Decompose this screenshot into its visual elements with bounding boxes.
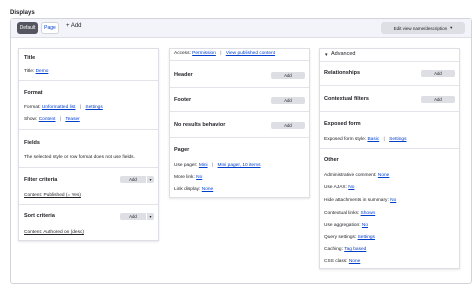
other-value-link[interactable]: Settings bbox=[358, 235, 375, 240]
divider bbox=[170, 137, 309, 138]
divider bbox=[170, 87, 309, 88]
advanced-label: Advanced bbox=[331, 51, 356, 57]
fields-section-heading: Fields bbox=[24, 140, 40, 146]
other-row: CSS class: None bbox=[324, 259, 361, 264]
pager-link-display-setting: Link display: None bbox=[174, 187, 214, 192]
title-value-link[interactable]: Demo bbox=[36, 69, 49, 74]
chevron-down-icon[interactable]: ▾ bbox=[146, 213, 154, 220]
other-value-link[interactable]: No bbox=[362, 223, 368, 228]
relationships-section-heading: Relationships bbox=[324, 70, 361, 76]
footer-add-button[interactable]: Add bbox=[271, 97, 305, 104]
chevron-down-icon: ▾ bbox=[325, 52, 328, 58]
title-setting: Title: Demo bbox=[24, 69, 49, 74]
fields-note: The selected style or row format does no… bbox=[24, 155, 135, 160]
tab-default[interactable]: Default bbox=[17, 22, 38, 34]
other-row: Hide attachments in summary: No bbox=[324, 198, 397, 203]
exposed-form-style-setting: Exposed form style: Basic | Settings bbox=[324, 137, 407, 142]
chevron-down-icon: ▾ bbox=[450, 25, 453, 30]
pager-type-link[interactable]: Mini bbox=[199, 163, 208, 168]
format-value-link[interactable]: Unformatted list bbox=[42, 105, 76, 110]
pager-more-link-setting: More link: No bbox=[174, 175, 203, 180]
other-value-link[interactable]: None bbox=[378, 173, 389, 178]
access-value-link[interactable]: Permission bbox=[192, 51, 216, 56]
exposed-form-style-link[interactable]: Basic bbox=[367, 137, 379, 142]
filter-add-button[interactable]: Add ▾ bbox=[120, 176, 154, 183]
footer-section-heading: Footer bbox=[174, 97, 192, 103]
other-row: Caching: Tag based bbox=[324, 247, 367, 252]
other-row: Administrative comment: None bbox=[324, 173, 390, 178]
header-section-heading: Header bbox=[174, 72, 193, 78]
no-results-add-button[interactable]: Add bbox=[271, 122, 305, 129]
edit-view-name-button[interactable]: Edit view name/description ▾ bbox=[381, 22, 465, 34]
pager-section-heading: Pager bbox=[174, 147, 190, 153]
show-setting: Show: Content | Teaser bbox=[24, 117, 80, 122]
edit-view-label: Edit view name/description bbox=[393, 25, 448, 31]
other-section-heading: Other bbox=[324, 157, 339, 163]
pager-options-link[interactable]: Mini pager, 10 items bbox=[218, 163, 261, 168]
other-value-link[interactable]: Tag based bbox=[344, 247, 366, 252]
relationships-add-button[interactable]: Add bbox=[421, 70, 455, 77]
sort-add-button[interactable]: Add ▾ bbox=[120, 213, 154, 220]
no-results-section-heading: No results behavior bbox=[174, 122, 226, 128]
divider bbox=[170, 60, 309, 61]
filter-section-heading: Filter criteria bbox=[24, 177, 58, 183]
sort-section-heading: Sort criteria bbox=[24, 213, 55, 219]
format-settings-link[interactable]: Settings bbox=[85, 105, 102, 110]
divider bbox=[320, 85, 459, 86]
access-setting: Access: Permission | View published cont… bbox=[174, 51, 276, 56]
pager-use-setting: Use pager: Mini | Mini pager, 10 items bbox=[174, 163, 261, 168]
other-value-link[interactable]: None bbox=[349, 259, 360, 264]
other-value-link[interactable]: Shown bbox=[361, 211, 376, 216]
divider bbox=[19, 129, 158, 130]
tab-page[interactable]: Page bbox=[41, 22, 59, 34]
other-row: Use aggregation: No bbox=[324, 223, 369, 228]
divider bbox=[320, 61, 459, 62]
contextual-filters-add-button[interactable]: Add bbox=[421, 96, 455, 103]
exposed-form-settings-link[interactable]: Settings bbox=[389, 137, 406, 142]
filter-item-link[interactable]: Content: Published (= Yes) bbox=[24, 193, 81, 198]
format-section-heading: Format bbox=[24, 90, 43, 96]
contextual-filters-section-heading: Contextual filters bbox=[324, 96, 369, 102]
displays-heading: Displays bbox=[10, 10, 35, 16]
more-link-value[interactable]: No bbox=[196, 175, 202, 180]
link-display-value[interactable]: None bbox=[202, 187, 213, 192]
access-permission-link[interactable]: View published content bbox=[226, 51, 275, 56]
divider bbox=[19, 167, 158, 168]
sort-item-link[interactable]: Content: Authored on (desc) bbox=[24, 230, 84, 235]
divider bbox=[320, 148, 459, 149]
other-row: Query settings: Settings bbox=[324, 235, 375, 240]
other-row: Contextual links: Shown bbox=[324, 211, 376, 216]
title-section-heading: Title bbox=[24, 55, 36, 61]
add-display-button[interactable]: + Add bbox=[66, 23, 82, 29]
show-value-link[interactable]: Content bbox=[39, 117, 56, 122]
exposed-form-section-heading: Exposed form bbox=[324, 121, 361, 127]
divider bbox=[320, 111, 459, 112]
header-add-button[interactable]: Add bbox=[271, 72, 305, 79]
divider bbox=[19, 80, 158, 81]
other-value-link[interactable]: No bbox=[348, 185, 354, 190]
format-setting: Format: Unformatted list | Settings bbox=[24, 105, 103, 110]
divider bbox=[170, 111, 309, 112]
chevron-down-icon[interactable]: ▾ bbox=[146, 176, 154, 183]
other-value-link[interactable]: No bbox=[390, 198, 396, 203]
divider bbox=[19, 204, 158, 205]
show-teaser-link[interactable]: Teaser bbox=[65, 117, 79, 122]
other-row: Use AJAX: No bbox=[324, 185, 355, 190]
